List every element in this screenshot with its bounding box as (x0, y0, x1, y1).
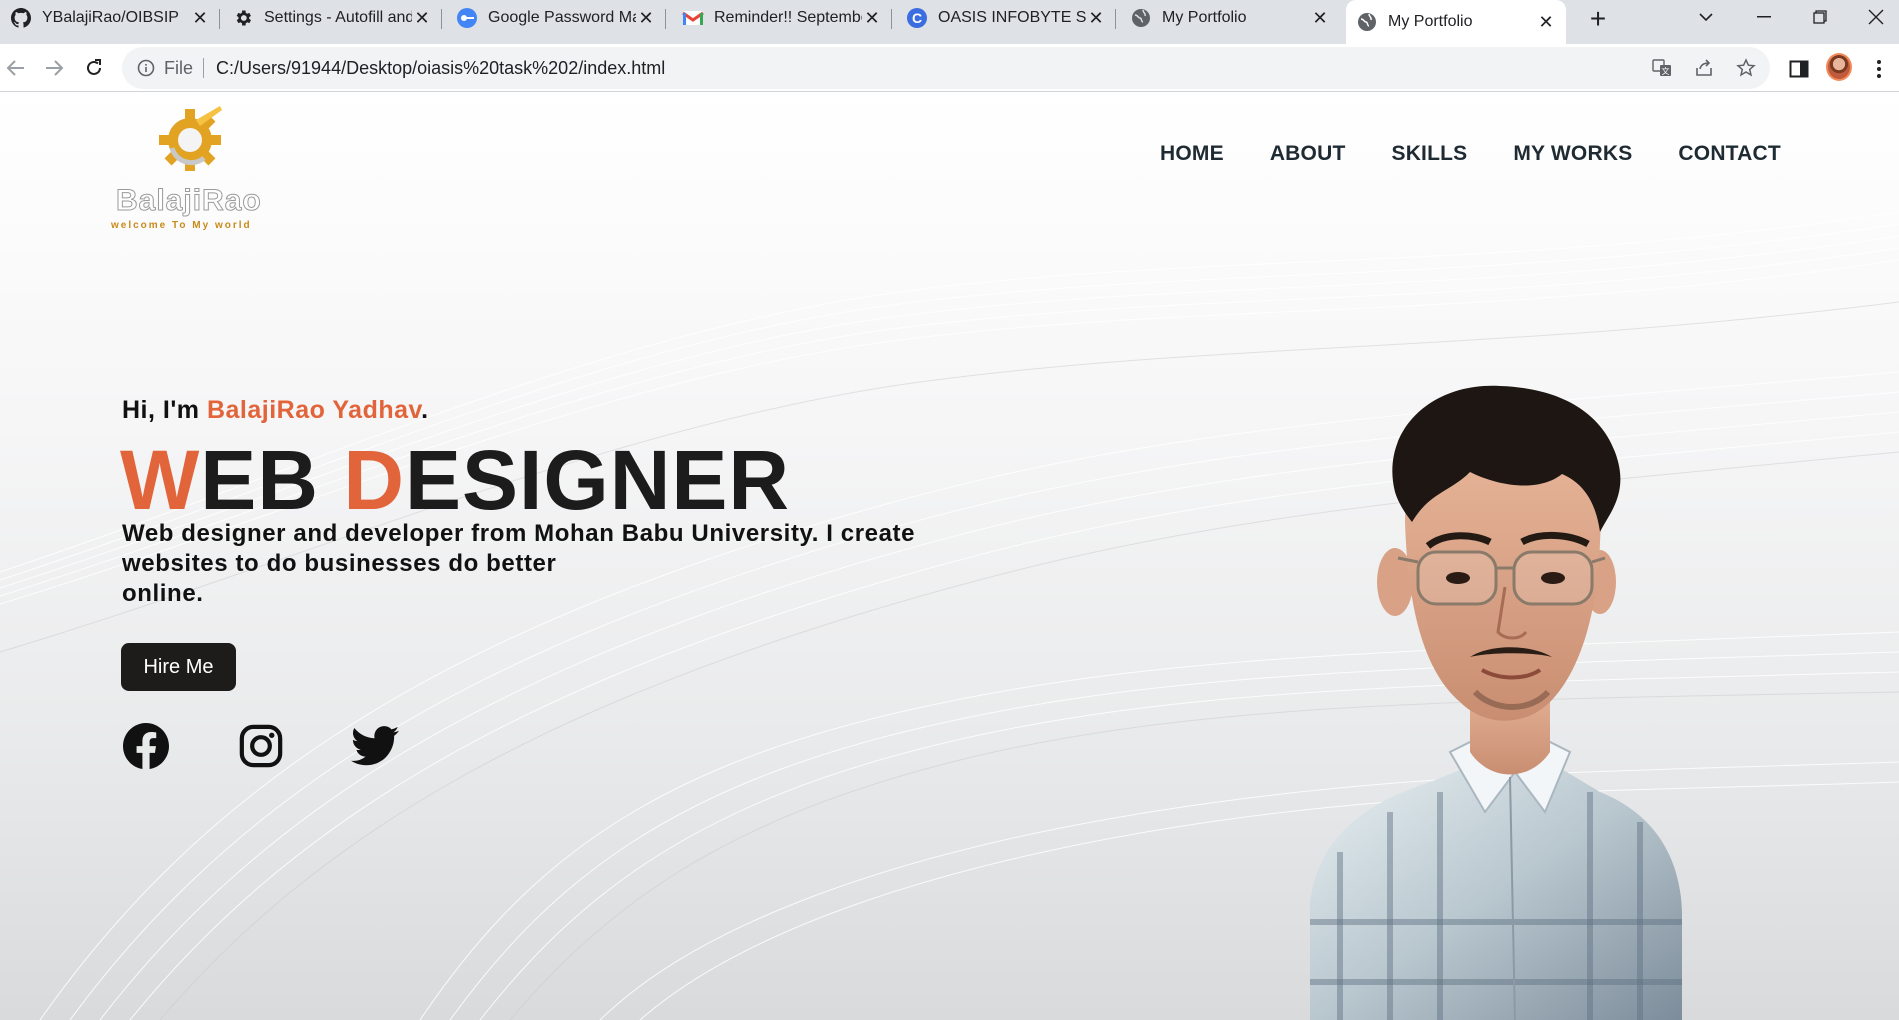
tab-title: My Portfolio (1162, 9, 1247, 26)
headline-rest-designer: ESIGNER (405, 433, 791, 527)
close-icon[interactable]: ✕ (190, 8, 210, 28)
close-icon[interactable]: ✕ (862, 8, 882, 28)
tab-separator (891, 9, 892, 29)
twitter-icon[interactable] (351, 722, 399, 770)
close-icon[interactable]: ✕ (412, 8, 432, 28)
description-line: Web designer and developer from Mohan Ba… (122, 520, 916, 547)
tab-my-portfolio-active[interactable]: My Portfolio ✕ (1346, 0, 1566, 44)
close-icon[interactable]: ✕ (1310, 8, 1330, 28)
tab-title: Google Password Ma (488, 9, 636, 26)
url-text[interactable]: C:/Users/91944/Desktop/oiasis%20task%202… (216, 58, 665, 79)
divider (203, 58, 205, 78)
greeting-prefix: Hi, I'm (122, 396, 207, 424)
svg-text:C: C (912, 10, 922, 26)
tab-gmail[interactable]: Reminder!! Septembe ✕ (672, 0, 892, 36)
tab-title: Settings - Autofill and (264, 9, 412, 26)
gear-logo-icon (159, 106, 222, 171)
close-icon[interactable]: ✕ (1086, 8, 1106, 28)
greeting-suffix: . (421, 396, 429, 424)
site-logo[interactable]: BalajiRao welcome To My world (108, 100, 268, 231)
tab-title: OASIS INFOBYTE SIP (938, 9, 1086, 26)
tab-separator (441, 9, 442, 29)
tab-oasis[interactable]: C OASIS INFOBYTE SIP ✕ (896, 0, 1116, 36)
tab-search-chevron-icon[interactable] (1680, 0, 1732, 34)
nav-about[interactable]: ABOUT (1270, 142, 1346, 166)
avatar (1826, 53, 1852, 81)
bookmark-star-icon[interactable] (1734, 56, 1758, 80)
headline-rest-web: EB (200, 433, 344, 527)
close-window-icon[interactable] (1850, 0, 1899, 34)
nav-contact[interactable]: CONTACT (1678, 142, 1781, 166)
scheme-label: File (164, 57, 194, 78)
globe-icon (1356, 11, 1378, 33)
settings-gear-icon (232, 7, 254, 29)
address-bar[interactable]: File C:/Users/91944/Desktop/oiasis%20tas… (122, 47, 1770, 89)
translate-icon[interactable]: 文 (1650, 56, 1674, 80)
main-nav: HOME ABOUT SKILLS MY WORKS CONTACT (1160, 142, 1827, 166)
hero-description: Web designer and developer from Mohan Ba… (122, 519, 942, 609)
forward-arrow-icon[interactable] (40, 54, 68, 82)
tab-google-password[interactable]: Google Password Ma ✕ (446, 0, 666, 36)
tab-settings[interactable]: Settings - Autofill and ✕ (222, 0, 442, 36)
svg-text:文: 文 (1662, 66, 1670, 76)
hero-greeting: Hi, I'm BalajiRao Yadhav. (122, 396, 429, 425)
tab-separator (1115, 9, 1116, 29)
side-panel-icon[interactable] (1786, 56, 1812, 82)
profile-photo (1310, 385, 1682, 1020)
logo-tagline: welcome To My world (111, 220, 252, 231)
github-icon (10, 7, 32, 29)
tab-title: YBalajiRao/OIBSIP (42, 9, 179, 26)
description-line: online. (122, 580, 204, 607)
more-menu-icon[interactable] (1866, 56, 1892, 82)
reload-icon[interactable] (80, 54, 108, 82)
tab-separator (219, 9, 220, 29)
oasis-icon: C (906, 7, 928, 29)
address-bar-actions: 文 (1650, 47, 1758, 89)
hero-headline: WEB DESIGNER (120, 434, 790, 526)
description-line: websites to do businesses do better (122, 550, 557, 577)
nav-skills[interactable]: SKILLS (1391, 142, 1467, 166)
headline-initial-d: D (343, 433, 405, 527)
share-icon[interactable] (1692, 56, 1716, 80)
tab-title: Reminder!! Septembe (714, 9, 862, 26)
profile-avatar[interactable] (1826, 53, 1852, 81)
restore-window-icon[interactable] (1794, 0, 1846, 34)
browser-toolbar: File C:/Users/91944/Desktop/oiasis%20tas… (0, 44, 1899, 92)
instagram-icon[interactable] (237, 722, 285, 770)
logo-name: BalajiRao (116, 184, 262, 218)
google-password-icon (456, 7, 478, 29)
tab-separator (665, 9, 666, 29)
greeting-name: BalajiRao Yadhav (206, 396, 422, 424)
gmail-icon (682, 7, 704, 29)
headline-initial-w: W (120, 433, 201, 527)
globe-icon (1130, 7, 1152, 29)
back-arrow-icon[interactable] (2, 54, 30, 82)
nav-my-works[interactable]: MY WORKS (1513, 142, 1632, 166)
browser-tab-strip: YBalajiRao/OIBSIP ✕ Settings - Autofill … (0, 0, 1899, 44)
new-tab-button[interactable]: + (1583, 3, 1613, 34)
tab-github[interactable]: YBalajiRao/OIBSIP ✕ (0, 0, 220, 36)
site-info-icon[interactable] (136, 58, 156, 78)
nav-home[interactable]: HOME (1160, 142, 1224, 166)
minimize-window-icon[interactable] (1738, 0, 1790, 34)
facebook-icon[interactable] (122, 722, 170, 770)
portfolio-page: BalajiRao welcome To My world HOME ABOUT… (0, 92, 1899, 1020)
hire-me-button[interactable]: Hire Me (121, 643, 236, 691)
close-icon[interactable]: ✕ (1536, 12, 1556, 32)
close-icon[interactable]: ✕ (636, 8, 656, 28)
tab-my-portfolio[interactable]: My Portfolio ✕ (1120, 0, 1340, 36)
tab-title: My Portfolio (1388, 13, 1473, 30)
